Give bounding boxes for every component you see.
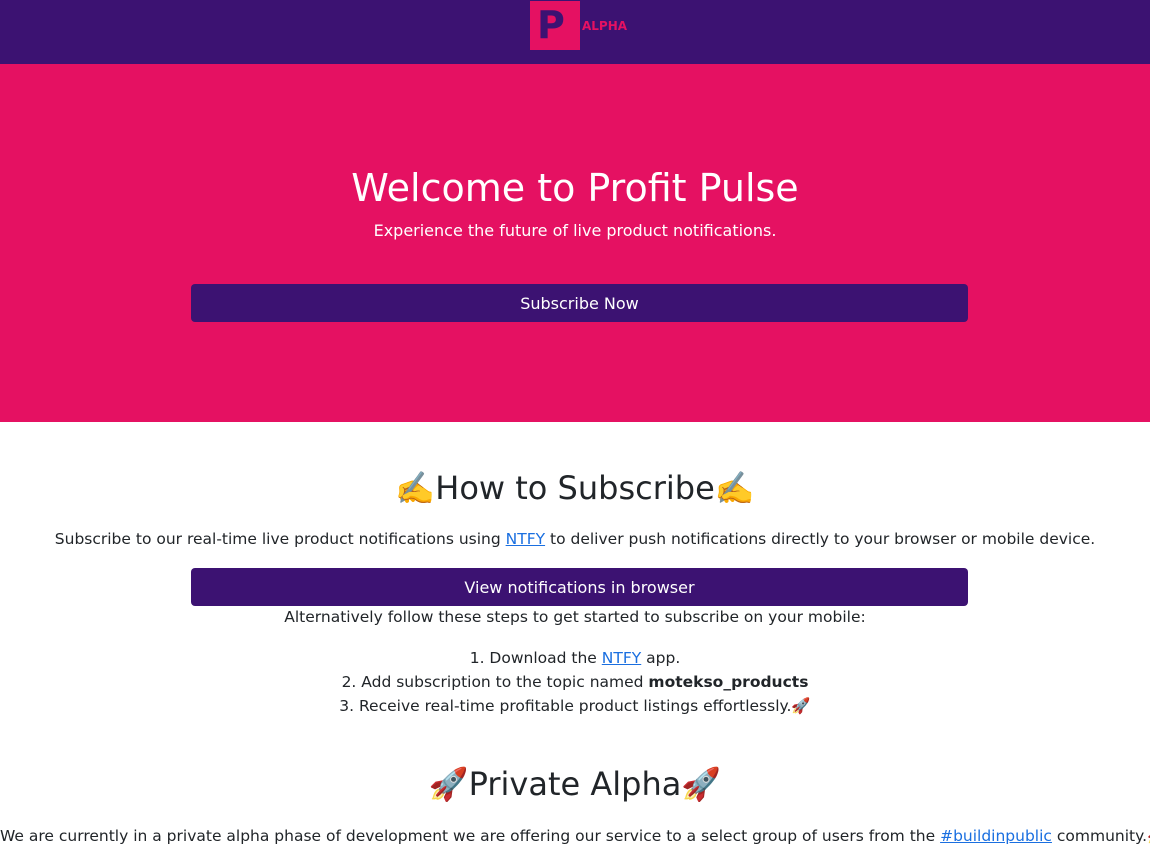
list-item: 2. Add subscription to the topic named m… [0, 670, 1150, 694]
ntfy-app-link[interactable]: NTFY [602, 649, 641, 667]
writing-hand-icon: ✍️ [395, 469, 436, 507]
steps-list: 1. Download the NTFY app. 2. Add subscri… [0, 646, 1150, 718]
step-text: 3. Receive real-time profitable product … [339, 697, 792, 715]
writing-hand-icon: ✍️ [714, 469, 755, 507]
hero-section: Welcome to Profit Pulse Experience the f… [0, 64, 1150, 422]
topic-name: motekso_products [648, 673, 809, 691]
step-text: 1. Download the [469, 649, 602, 667]
private-alpha-heading: 🚀Private Alpha🚀 [0, 762, 1150, 806]
how-to-subscribe-title: How to Subscribe [435, 469, 715, 507]
private-alpha-title: Private Alpha [468, 765, 682, 803]
list-item: 1. Download the NTFY app. [0, 646, 1150, 670]
intro-text-end: to deliver push notifications directly t… [545, 530, 1096, 548]
hero-title: Welcome to Profit Pulse [351, 166, 799, 210]
buildinpublic-link[interactable]: #buildinpublic [940, 827, 1052, 845]
rocket-icon: 🚀 [428, 765, 469, 803]
intro-text: Subscribe to our real-time live product … [54, 530, 506, 548]
logo[interactable]: P ALPHA [530, 1, 627, 50]
logo-alpha-badge: ALPHA [582, 19, 628, 33]
how-to-subscribe-heading: ✍️How to Subscribe✍️ [0, 466, 1150, 510]
list-item: 3. Receive real-time profitable product … [0, 694, 1150, 718]
how-to-intro: Subscribe to our real-time live product … [0, 528, 1150, 550]
top-navbar: P ALPHA [0, 0, 1150, 64]
step-text: 2. Add subscription to the topic named [341, 673, 649, 691]
alternative-steps-text: Alternatively follow these steps to get … [284, 608, 866, 626]
subscribe-now-button[interactable]: Subscribe Now [191, 284, 968, 322]
step-text: app. [641, 649, 681, 667]
ntfy-link[interactable]: NTFY [506, 530, 545, 548]
rocket-icon: 🚀 [681, 765, 722, 803]
alpha-text: We are currently in a private alpha phas… [0, 827, 941, 845]
alpha-text-end: community. [1051, 827, 1148, 845]
logo-mark: P [530, 1, 580, 50]
view-notifications-button[interactable]: View notifications in browser [191, 568, 968, 606]
hero-subtitle: Experience the future of live product no… [373, 221, 777, 240]
private-alpha-text: We are currently in a private alpha phas… [0, 825, 1150, 847]
rocket-icon: 🚀 [791, 697, 811, 715]
